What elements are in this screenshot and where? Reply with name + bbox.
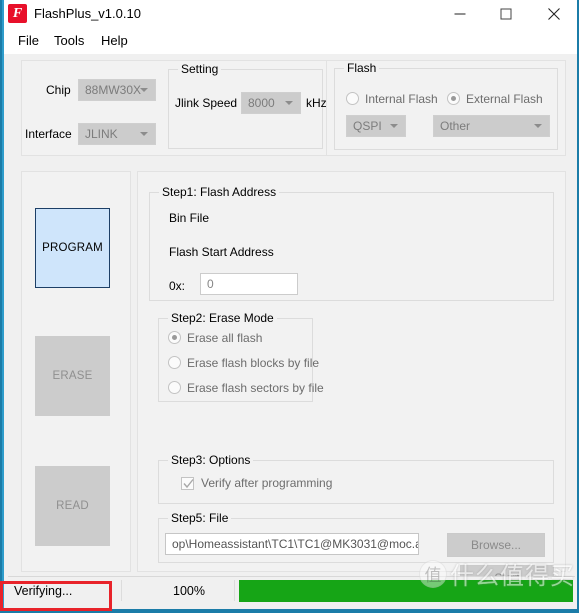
browse-button[interactable]: Browse...	[447, 533, 545, 557]
step2-group: Step2: Erase Mode Erase all flash Erase …	[158, 311, 324, 402]
program-button[interactable]: PROGRAM	[35, 208, 110, 288]
application-window: F FlashPlus_v1.0.10 File Tools Help Chip…	[0, 0, 579, 613]
progress-percent-text: 100%	[173, 583, 205, 598]
client-area: Chip 88MW30X Interface JLINK Setting Jli…	[4, 54, 577, 609]
menu-bar: File Tools Help	[4, 28, 577, 54]
jlink-speed-select[interactable]: 8000	[241, 92, 301, 114]
step2-title: Step2: Erase Mode	[168, 311, 277, 325]
chevron-down-icon	[140, 132, 148, 136]
erase-blocks-label: Erase flash blocks by file	[187, 356, 320, 370]
setting-group-title: Setting	[178, 62, 222, 76]
erase-all-flash-label: Erase all flash	[187, 331, 263, 345]
file-path-value: op\Homeassistant\TC1\TC1@MK3031@moc.all.…	[172, 537, 419, 551]
app-icon-glyph: F	[12, 6, 23, 21]
menu-item-tools[interactable]: Tools	[46, 28, 92, 54]
actions-panel: PROGRAM ERASE READ	[21, 171, 131, 572]
external-flash-type-select[interactable]: Other	[433, 115, 550, 137]
flash-group: Flash Internal Flash External Flash QSPI…	[334, 61, 558, 150]
erase-all-flash-radio[interactable]	[168, 331, 181, 344]
interface-label: Interface	[25, 127, 72, 141]
step3-title: Step3: Options	[168, 453, 254, 467]
read-button-label: READ	[56, 500, 89, 512]
step1-title: Step1: Flash Address	[159, 185, 280, 199]
progress-bar	[239, 580, 573, 602]
step5-group: Step5: File op\Homeassistant\TC1\TC1@MK3…	[158, 511, 554, 563]
verify-after-programming-checkbox[interactable]	[181, 477, 194, 490]
erase-button[interactable]: ERASE	[35, 336, 110, 416]
step3-group: Step3: Options Verify after programming	[158, 453, 554, 504]
annotation-highlight-box	[0, 581, 112, 611]
status-separator-1	[121, 580, 122, 601]
flash-group-title: Flash	[344, 61, 380, 75]
browse-button-label: Browse...	[470, 538, 521, 552]
internal-flash-type-value: QSPI	[353, 119, 382, 133]
jlink-speed-unit: kHz	[306, 96, 327, 110]
interface-select-value: JLINK	[85, 127, 118, 141]
erase-button-label: ERASE	[52, 370, 93, 382]
jlink-speed-value: 8000	[248, 96, 275, 110]
flash-start-address-input[interactable]: 0	[200, 273, 298, 295]
menu-item-help[interactable]: Help	[93, 28, 136, 54]
verify-after-programming-label: Verify after programming	[201, 476, 333, 490]
chevron-down-icon	[140, 88, 148, 92]
progress-bar-fill	[239, 580, 573, 602]
chip-label: Chip	[46, 83, 71, 97]
erase-blocks-radio[interactable]	[168, 356, 181, 369]
close-icon	[548, 8, 560, 20]
steps-panel: Step1: Flash Address Bin File Flash Star…	[137, 171, 566, 591]
menu-item-file[interactable]: File	[10, 28, 47, 54]
step5-title: Step5: File	[168, 511, 232, 525]
flash-start-address-label: Flash Start Address	[169, 245, 274, 259]
minimize-button[interactable]	[437, 0, 483, 28]
flash-panel: Flash Internal Flash External Flash QSPI…	[326, 60, 566, 156]
close-button[interactable]	[531, 0, 577, 28]
hex-prefix-label: 0x:	[169, 279, 186, 293]
chevron-down-icon	[534, 124, 542, 128]
status-separator-2	[234, 580, 235, 601]
erase-sectors-label: Erase flash sectors by file	[187, 381, 324, 395]
external-flash-label: External Flash	[466, 92, 543, 106]
flash-start-address-value: 0	[207, 277, 214, 291]
interface-select[interactable]: JLINK	[78, 123, 156, 145]
chip-select[interactable]: 88MW30X	[78, 79, 156, 101]
device-panel: Chip 88MW30X Interface JLINK Setting Jli…	[21, 60, 331, 156]
bin-file-label: Bin File	[169, 211, 210, 225]
internal-flash-type-select[interactable]: QSPI	[346, 115, 406, 137]
external-flash-radio[interactable]	[447, 92, 460, 105]
external-flash-type-value: Other	[440, 119, 471, 133]
chevron-down-icon	[285, 101, 293, 105]
read-button[interactable]: READ	[35, 466, 110, 546]
setting-group: Setting Jlink Speed 8000 kHz	[168, 62, 327, 149]
internal-flash-label: Internal Flash	[365, 92, 438, 106]
erase-sectors-radio[interactable]	[168, 381, 181, 394]
title-bar: F FlashPlus_v1.0.10	[4, 0, 577, 28]
window-title: FlashPlus_v1.0.10	[34, 6, 141, 21]
maximize-icon	[500, 8, 512, 20]
jlink-speed-label: Jlink Speed	[175, 96, 238, 110]
flashplus-app-icon: F	[8, 4, 27, 23]
program-button-label: PROGRAM	[42, 242, 103, 254]
chip-select-value: 88MW30X	[85, 83, 142, 97]
file-path-input[interactable]: op\Homeassistant\TC1\TC1@MK3031@moc.all.…	[165, 533, 419, 555]
step1-group: Step1: Flash Address Bin File Flash Star…	[149, 185, 554, 301]
internal-flash-radio[interactable]	[346, 92, 359, 105]
check-icon	[183, 479, 194, 489]
chevron-down-icon	[390, 124, 398, 128]
maximize-button[interactable]	[483, 0, 529, 28]
minimize-icon	[454, 13, 466, 15]
